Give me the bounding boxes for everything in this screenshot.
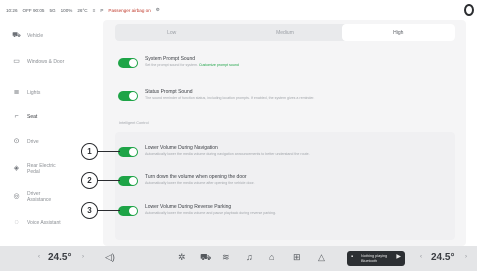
play-icon[interactable]: ▶ [396,254,401,262]
sidebar-item-windows[interactable]: ▭ Windows & Door [10,58,100,66]
media-icon: ▪ [351,254,354,260]
sidebar-item-label: Voice Assistant [27,220,61,227]
car-icon[interactable]: ⛟ [200,252,211,264]
navigation-icon[interactable]: △ [318,252,325,263]
temp-right: 24.5° [431,252,455,263]
temp-left-up-icon[interactable]: › [82,254,84,260]
sidebar-item-driver-assist[interactable]: ◎ Driver Assistance [10,191,100,203]
temp-left: 24.5° [48,252,72,263]
settings-panel: Low Medium High System Prompt Sound Set … [103,20,466,246]
profile-icon[interactable] [464,4,474,16]
outside-temp: 26°C [77,7,88,13]
sidebar-item-voice[interactable]: ◌ Voice Assistant [10,219,100,227]
seat-icon: ⌐ [14,113,19,120]
setting-desc: Set the prompt sound for system. Customi… [145,63,239,67]
menu-icon: ≡ [92,7,96,13]
callout-leader [98,180,120,181]
sidebar-item-label: Rear Electric Pedal [27,163,56,175]
fan-icon[interactable]: ✲ [178,252,186,263]
volume-selector: Low Medium High [115,24,455,41]
light-icon: ≣ [13,89,20,96]
window-icon: ▭ [13,58,20,65]
car-icon: ⛟ [12,32,21,39]
setting-desc: The sound reminder of function status, i… [145,96,315,100]
door-volume-toggle[interactable] [118,176,138,186]
status-time: 10:26 [6,7,18,13]
temp-right-up-icon[interactable]: › [465,254,467,260]
callout-leader [98,210,120,211]
callout-marker: 3 [81,202,98,219]
assist-icon: ◎ [13,192,20,200]
temp-left-down-icon[interactable]: ‹ [38,254,40,260]
sidebar-item-vehicle[interactable]: ⛟ Vehicle [10,32,100,40]
sidebar-item-label: Drive [27,139,39,146]
setting-title: Turn down the volume when opening the do… [145,174,247,180]
setting-desc-text: Set the prompt sound for system. [145,63,198,67]
signal-icon: 5G [49,7,56,13]
media-widget[interactable]: ▪ Nothing playing Bluetooth ▶ [347,251,405,266]
volume-icon[interactable]: ◁) [105,252,115,263]
setting-desc: Automatically lower the media volume and… [145,211,277,215]
volume-option-high[interactable]: High [341,24,455,41]
music-icon[interactable]: ♫ [246,252,253,262]
settings-icon[interactable]: ⚙ [156,7,160,13]
setting-desc: Automatically lower the media volume aft… [145,181,255,185]
sidebar-item-label: Driver Assistance [27,191,52,203]
sidebar-item-lights[interactable]: ≣ Lights [10,89,100,97]
setting-title: System Prompt Sound [145,56,196,62]
steering-icon: ⊙ [13,138,20,145]
sidebar-item-label: Vehicle [27,33,44,40]
status-bar: 10:26 OFF 90:05 5G 100% 26°C ≡ P Passeng… [0,0,477,20]
sidebar-item-label: Seat [27,114,38,121]
status-odometer: OFF 90:05 [22,7,45,13]
callout-leader [98,151,120,152]
setting-title: Lower Volume During Reverse Parking [145,204,232,210]
reverse-volume-toggle[interactable] [118,206,138,216]
battery-status: 100% [60,7,73,13]
gear-indicator: P [100,7,104,13]
apps-icon[interactable]: ⊞ [293,252,301,263]
volume-option-low[interactable]: Low [115,24,228,41]
airbag-status: Passenger airbag on [108,7,151,13]
voice-icon: ◌ [14,219,19,226]
volume-option-medium[interactable]: Medium [228,24,341,41]
callout-marker: 1 [81,143,98,160]
setting-title: Lower Volume During Navigation [145,145,218,151]
seat-heat-icon[interactable]: ≋ [222,252,230,263]
pedal-icon: ◈ [13,164,20,172]
bottom-dock: ‹ 24.5° › ◁) ✲ ⛟ ≋ ♫ ⌂ ⊞ △ ▪ Nothing pla… [0,246,477,271]
customize-sound-link[interactable]: Customize prompt sound [199,63,239,67]
home-icon[interactable]: ⌂ [269,252,274,262]
sidebar-item-seat[interactable]: ⌐ Seat [10,113,100,121]
sidebar-item-label: Lights [27,90,41,97]
setting-desc: Automatically lower the media volume dur… [145,152,310,156]
temp-right-down-icon[interactable]: ‹ [420,254,422,260]
nav-volume-toggle[interactable] [118,147,138,157]
section-label: Intelligent Control [119,121,149,125]
status-prompt-toggle[interactable] [118,91,138,101]
system-prompt-toggle[interactable] [118,58,138,68]
setting-title: Status Prompt Sound [145,89,193,95]
sidebar-item-label: Windows & Door [27,59,65,66]
callout-marker: 2 [81,172,98,189]
